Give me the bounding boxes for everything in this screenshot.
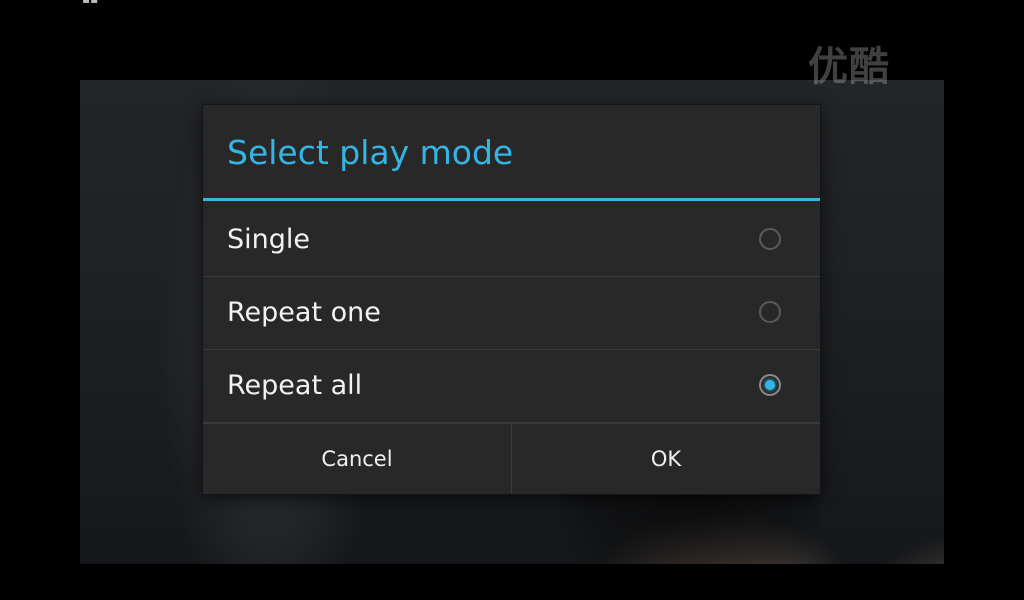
cancel-button[interactable]: Cancel [203,424,511,494]
option-label: Single [227,224,311,255]
option-label: Repeat all [227,370,363,401]
option-label: Repeat one [227,297,381,328]
corner-mark: ▪▪ [82,0,102,6]
screen: ▪▪ 优酷 Select play mode Single Repeat one… [0,0,1024,600]
play-mode-dialog: Select play mode Single Repeat one Repea… [203,105,820,494]
dialog-buttons: Cancel OK [203,423,820,494]
radio-button[interactable] [759,301,781,323]
option-repeat-one[interactable]: Repeat one [203,277,820,350]
ok-button[interactable]: OK [511,424,820,494]
play-mode-options: Single Repeat one Repeat all [203,204,820,423]
watermark-logo: 优酷 [808,44,890,90]
dialog-title: Select play mode [227,133,514,172]
option-repeat-all[interactable]: Repeat all [203,350,820,423]
radio-button-selected[interactable] [759,374,781,396]
dialog-header: Select play mode [203,105,820,201]
option-single[interactable]: Single [203,204,820,277]
radio-button[interactable] [759,228,781,250]
radio-selected-dot [765,380,775,390]
